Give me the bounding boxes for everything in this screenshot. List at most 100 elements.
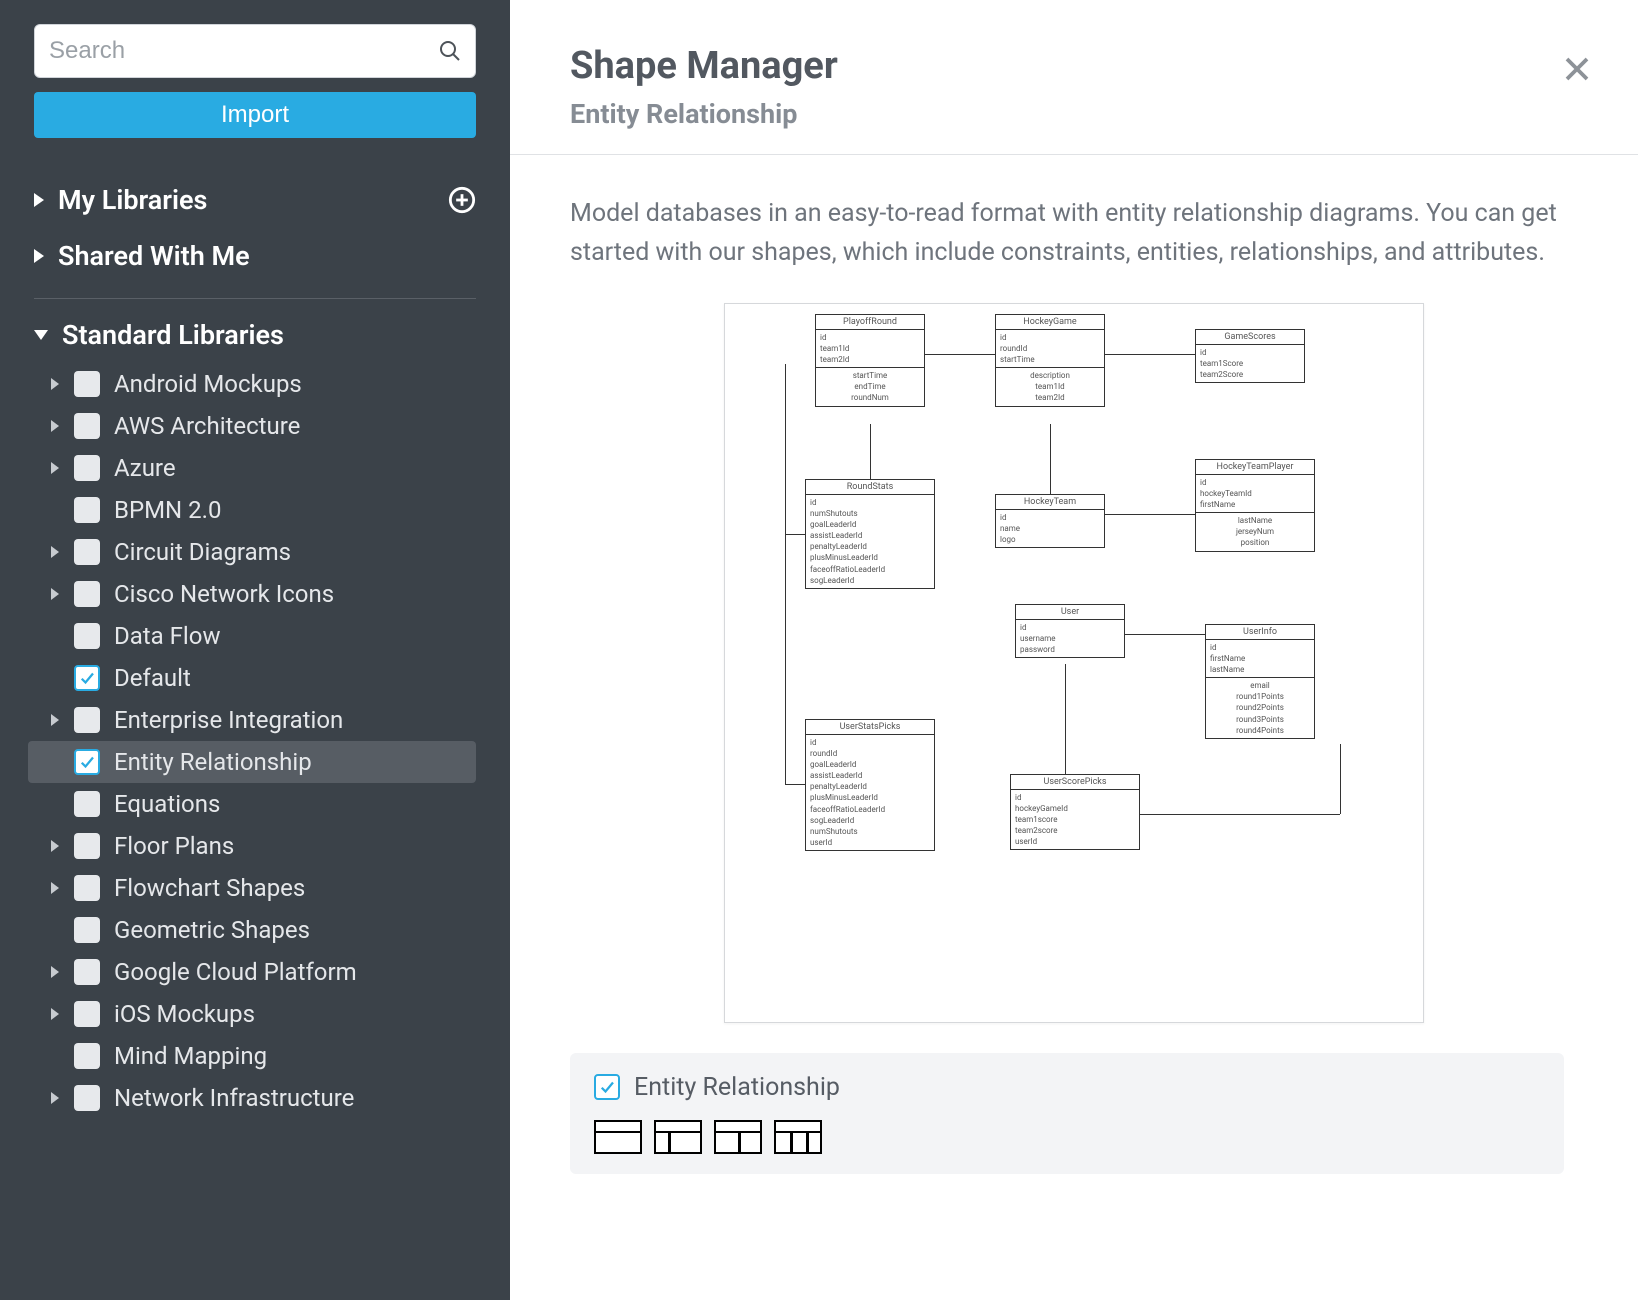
library-checkbox[interactable] bbox=[74, 749, 100, 775]
library-label: iOS Mockups bbox=[114, 1000, 255, 1028]
library-checkbox[interactable] bbox=[74, 833, 100, 859]
library-label: Flowchart Shapes bbox=[114, 874, 305, 902]
library-checkbox[interactable] bbox=[74, 1043, 100, 1069]
add-icon[interactable] bbox=[448, 186, 476, 214]
chevron-right-icon bbox=[34, 193, 44, 207]
library-item[interactable]: Android Mockups bbox=[28, 363, 476, 405]
library-item[interactable]: iOS Mockups bbox=[28, 993, 476, 1035]
er-entity: Useridusernamepassword bbox=[1015, 604, 1125, 659]
library-card: Entity Relationship bbox=[570, 1053, 1564, 1174]
library-label: Mind Mapping bbox=[114, 1042, 267, 1070]
chevron-right-icon bbox=[46, 462, 64, 474]
chevron-right-icon bbox=[46, 882, 64, 894]
search-wrap bbox=[34, 24, 476, 78]
library-item[interactable]: Entity Relationship bbox=[28, 741, 476, 783]
library-label: Azure bbox=[114, 454, 176, 482]
library-checkbox[interactable] bbox=[74, 623, 100, 649]
page-title: Shape Manager bbox=[570, 44, 1578, 88]
er-entity: HockeyTeamPlayeridhockeyTeamIdfirstNamel… bbox=[1195, 459, 1315, 552]
shape-thumbnails bbox=[594, 1120, 1540, 1154]
close-button[interactable] bbox=[1562, 54, 1592, 88]
library-checkbox[interactable] bbox=[74, 917, 100, 943]
library-item[interactable]: Azure bbox=[28, 447, 476, 489]
library-item[interactable]: Default bbox=[28, 657, 476, 699]
chevron-right-icon bbox=[46, 840, 64, 852]
library-item[interactable]: Google Cloud Platform bbox=[28, 951, 476, 993]
er-entity: HockeyGameidroundIdstartTimedescriptiont… bbox=[995, 314, 1105, 407]
sidebar: Import My Libraries Shared With Me Stand… bbox=[0, 0, 510, 1300]
library-item[interactable]: AWS Architecture bbox=[28, 405, 476, 447]
library-checkbox[interactable] bbox=[74, 539, 100, 565]
library-label: Geometric Shapes bbox=[114, 916, 310, 944]
library-checkbox[interactable] bbox=[74, 581, 100, 607]
library-item[interactable]: Geometric Shapes bbox=[28, 909, 476, 951]
library-label: Cisco Network Icons bbox=[114, 580, 334, 608]
chevron-right-icon bbox=[46, 714, 64, 726]
description-text: Model databases in an easy-to-read forma… bbox=[570, 195, 1578, 273]
chevron-right-icon bbox=[46, 1008, 64, 1020]
import-button[interactable]: Import bbox=[34, 92, 476, 138]
library-checkbox[interactable] bbox=[74, 1001, 100, 1027]
chevron-right-icon bbox=[34, 249, 44, 263]
search-icon bbox=[438, 39, 462, 63]
chevron-right-icon bbox=[46, 378, 64, 390]
library-item[interactable]: Mind Mapping bbox=[28, 1035, 476, 1077]
library-checkbox[interactable] bbox=[74, 707, 100, 733]
library-checkbox[interactable] bbox=[74, 413, 100, 439]
library-card-label: Entity Relationship bbox=[634, 1073, 840, 1102]
section-shared-with-me[interactable]: Shared With Me bbox=[34, 228, 476, 284]
library-item[interactable]: Cisco Network Icons bbox=[28, 573, 476, 615]
library-checkbox[interactable] bbox=[594, 1074, 620, 1100]
library-label: Entity Relationship bbox=[114, 748, 312, 776]
divider bbox=[34, 298, 476, 299]
library-item[interactable]: Flowchart Shapes bbox=[28, 867, 476, 909]
page-subtitle: Entity Relationship bbox=[570, 98, 1578, 130]
library-label: Enterprise Integration bbox=[114, 706, 343, 734]
library-item[interactable]: Network Infrastructure bbox=[28, 1077, 476, 1119]
library-checkbox[interactable] bbox=[74, 1085, 100, 1111]
section-standard-libraries[interactable]: Standard Libraries bbox=[34, 307, 476, 363]
library-checkbox[interactable] bbox=[74, 455, 100, 481]
library-item[interactable]: Circuit Diagrams bbox=[28, 531, 476, 573]
diagram-preview: PlayoffRoundidteam1Idteam2IdstartTimeend… bbox=[724, 303, 1424, 1023]
er-entity: UserStatsPicksidroundIdgoalLeaderIdassis… bbox=[805, 719, 935, 852]
er-entity: UserScorePicksidhockeyGameIdteam1scorete… bbox=[1010, 774, 1140, 851]
library-label: BPMN 2.0 bbox=[114, 496, 221, 524]
library-item[interactable]: Floor Plans bbox=[28, 825, 476, 867]
library-item[interactable]: Equations bbox=[28, 783, 476, 825]
library-checkbox[interactable] bbox=[74, 497, 100, 523]
er-entity: RoundStatsidnumShutoutsgoalLeaderIdassis… bbox=[805, 479, 935, 590]
section-my-libraries[interactable]: My Libraries bbox=[34, 172, 476, 228]
library-label: Default bbox=[114, 664, 191, 692]
main-panel: Shape Manager Entity Relationship Model … bbox=[510, 0, 1638, 1300]
library-checkbox[interactable] bbox=[74, 875, 100, 901]
library-checkbox[interactable] bbox=[74, 665, 100, 691]
chevron-down-icon bbox=[34, 330, 48, 340]
library-checkbox[interactable] bbox=[74, 959, 100, 985]
library-item[interactable]: BPMN 2.0 bbox=[28, 489, 476, 531]
shape-thumb[interactable] bbox=[714, 1120, 762, 1154]
library-checkbox[interactable] bbox=[74, 791, 100, 817]
section-label: Standard Libraries bbox=[62, 319, 284, 351]
chevron-right-icon bbox=[46, 966, 64, 978]
er-entity: GameScoresidteam1Scoreteam2Score bbox=[1195, 329, 1305, 384]
library-label: Floor Plans bbox=[114, 832, 234, 860]
library-checkbox[interactable] bbox=[74, 371, 100, 397]
section-label: Shared With Me bbox=[58, 240, 250, 272]
library-label: AWS Architecture bbox=[114, 412, 300, 440]
shape-thumb[interactable] bbox=[594, 1120, 642, 1154]
chevron-right-icon bbox=[46, 546, 64, 558]
library-item[interactable]: Data Flow bbox=[28, 615, 476, 657]
library-label: Equations bbox=[114, 790, 220, 818]
chevron-right-icon bbox=[46, 420, 64, 432]
library-item[interactable]: Enterprise Integration bbox=[28, 699, 476, 741]
shape-thumb[interactable] bbox=[654, 1120, 702, 1154]
shape-thumb[interactable] bbox=[774, 1120, 822, 1154]
library-label: Network Infrastructure bbox=[114, 1084, 354, 1112]
main-header: Shape Manager Entity Relationship bbox=[510, 0, 1638, 155]
er-entity: HockeyTeamidnamelogo bbox=[995, 494, 1105, 549]
library-label: Android Mockups bbox=[114, 370, 302, 398]
search-input[interactable] bbox=[34, 24, 476, 78]
library-label: Google Cloud Platform bbox=[114, 958, 357, 986]
library-label: Data Flow bbox=[114, 622, 221, 650]
